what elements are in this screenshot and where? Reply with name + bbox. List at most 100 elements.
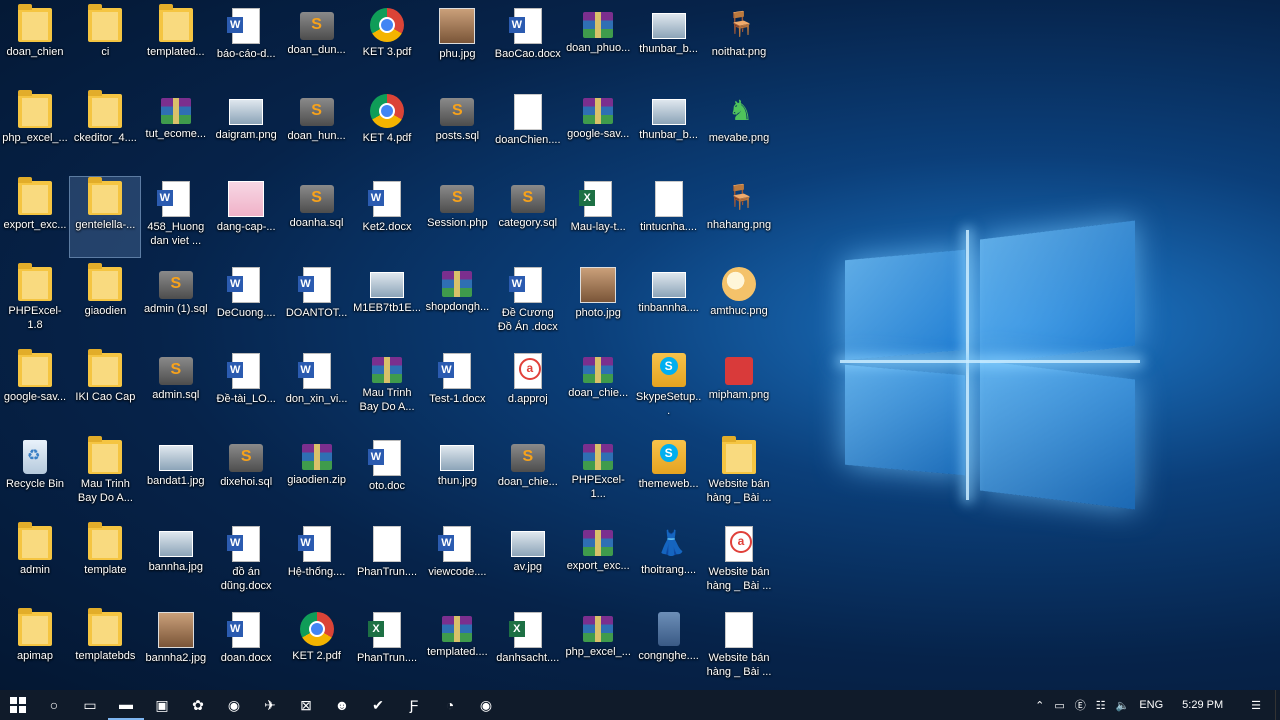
chrome-icon[interactable]: ◉	[216, 690, 252, 720]
desktop-icon[interactable]: SkypeSetup...	[634, 349, 704, 429]
desktop-icon[interactable]: tut_ecome...	[141, 90, 211, 170]
desktop-icon[interactable]: posts.sql	[422, 90, 492, 170]
desktop-icon[interactable]: congnghe....	[634, 608, 704, 688]
desktop-icon[interactable]: 458_Huong dan viet ...	[141, 177, 211, 257]
desktop-icon[interactable]: templated....	[422, 608, 492, 688]
desktop-icon[interactable]: KET 3.pdf	[352, 4, 422, 84]
desktop-icon[interactable]: doan.docx	[211, 608, 281, 688]
desktop-icon[interactable]: KET 4.pdf	[352, 90, 422, 170]
desktop-icon[interactable]: Website bán hàng _ Bài ...	[704, 608, 774, 688]
desktop-icon[interactable]: tinbannha....	[634, 263, 704, 343]
desktop-icon[interactable]: Hệ-thống....	[282, 522, 352, 602]
desktop-icon[interactable]: mevabe.png	[704, 90, 774, 170]
desktop-icon[interactable]: Mau Trinh Bay Do A...	[352, 349, 422, 429]
file-explorer-icon[interactable]: ▬	[108, 690, 144, 720]
desktop-icon[interactable]: amthuc.png	[704, 263, 774, 343]
desktop-icon[interactable]: admin.sql	[141, 349, 211, 429]
desktop-icon[interactable]: export_exc...	[563, 522, 633, 602]
network-icon[interactable]: ☷	[1091, 699, 1111, 712]
desktop-icon[interactable]: giaodien	[70, 262, 140, 343]
desktop-icon[interactable]: doan_dun...	[282, 4, 352, 84]
show-desktop-button[interactable]	[1275, 690, 1280, 720]
desktop-icon[interactable]: doanChien....	[493, 90, 563, 170]
desktop-icon[interactable]: doan_hun...	[282, 90, 352, 170]
tool-icon[interactable]: ✈	[252, 690, 288, 720]
desktop-icon[interactable]: DOANTOT...	[282, 263, 352, 343]
desktop-icon[interactable]: bannha.jpg	[141, 522, 211, 602]
desktop-icon[interactable]: shopdongh...	[422, 263, 492, 343]
desktop-icon[interactable]: ckeditor_4....	[70, 90, 140, 170]
clock[interactable]: 5:29 PM	[1168, 699, 1237, 711]
desktop-icon[interactable]: dang-cap-...	[211, 177, 281, 257]
language-indicator[interactable]: ENG	[1134, 699, 1168, 711]
desktop-icon[interactable]: thunbar_b...	[634, 4, 704, 84]
desktop-icon[interactable]: BaoCao.docx	[493, 4, 563, 84]
filezilla-icon[interactable]: Ƒ	[396, 690, 432, 720]
desktop-icon[interactable]: admin (1).sql	[141, 263, 211, 343]
desktop-icon[interactable]: doan_chien	[0, 4, 70, 84]
desktop-icon[interactable]: don_xin_vi...	[282, 349, 352, 429]
desktop-icon[interactable]: danhsacht....	[493, 608, 563, 688]
desktop-icon[interactable]: Website bán hàng _ Bài ...	[704, 435, 774, 516]
desktop-icon[interactable]: template	[70, 521, 140, 602]
desktop-icon[interactable]: bandat1.jpg	[141, 436, 211, 516]
desktop-icon[interactable]: mipham.png	[704, 349, 774, 429]
desktop-icon[interactable]: Website bán hàng _ Bài ...	[704, 522, 774, 602]
desktop-icon[interactable]: apimap	[0, 608, 70, 688]
desktop-icon[interactable]: export_exc...	[0, 176, 70, 257]
desktop-icon[interactable]: google-sav...	[563, 90, 633, 170]
messaging-icon[interactable]: ◔	[432, 690, 468, 720]
desktop-icon[interactable]: thoitrang....	[634, 522, 704, 602]
desktop-icon[interactable]: PHPExcel-1.8	[0, 262, 70, 343]
volume-icon[interactable]: 🔈	[1111, 699, 1135, 712]
desktop-icon[interactable]: M1EB7tb1E...	[352, 263, 422, 343]
desktop-icon[interactable]: themeweb...	[634, 436, 704, 516]
desktop-icon[interactable]: Đề-tài_LO...	[211, 349, 281, 429]
desktop-icon[interactable]: DeCuong....	[211, 263, 281, 343]
desktop-icon[interactable]: PHPExcel-1...	[563, 436, 633, 516]
desktop-icon[interactable]: KET 2.pdf	[282, 608, 352, 688]
desktop-icon[interactable]: tintucnha....	[634, 177, 704, 257]
desktop-icon[interactable]: PhanTrun....	[352, 608, 422, 688]
task-view-icon[interactable]: ▭	[72, 690, 108, 720]
user-icon[interactable]: ☻	[324, 690, 360, 720]
desktop-icon[interactable]: IKI Cao Cap	[70, 349, 140, 429]
desktop-icon[interactable]: báo-cáo-d...	[211, 4, 281, 84]
desktop-icon[interactable]: noithat.png	[704, 4, 774, 84]
desktop-icon[interactable]: doan_phuo...	[563, 4, 633, 84]
desktop-icon[interactable]: Test-1.docx	[422, 349, 492, 429]
xampp-icon[interactable]: ⊠	[288, 690, 324, 720]
desktop-icon[interactable]: đồ án dũng.docx	[211, 522, 281, 602]
app-icon[interactable]: ✔	[360, 690, 396, 720]
battery-icon[interactable]: ▭	[1049, 699, 1069, 712]
desktop-icon[interactable]: av.jpg	[493, 522, 563, 602]
desktop-icon[interactable]: doanha.sql	[282, 177, 352, 257]
desktop-icon[interactable]: dixehoi.sql	[211, 436, 281, 516]
desktop-icon[interactable]: daigram.png	[211, 90, 281, 170]
chrome2-icon[interactable]: ◉	[468, 690, 504, 720]
desktop-icon[interactable]: Recycle Bin	[0, 436, 70, 516]
desktop-icon[interactable]: PhanTrun....	[352, 522, 422, 602]
desktop-icon[interactable]: admin	[0, 521, 70, 602]
desktop-icon[interactable]: gentelella-...	[69, 175, 142, 258]
desktop-icon[interactable]: ci	[70, 4, 140, 84]
desktop-icon[interactable]: Mau-lay-t...	[563, 177, 633, 257]
desktop-icon[interactable]: oto.doc	[352, 436, 422, 516]
desktop-icon[interactable]: photo.jpg	[563, 263, 633, 343]
desktop-icon[interactable]: nhahang.png	[704, 177, 774, 257]
desktop-icon[interactable]: doan_chie...	[563, 349, 633, 429]
desktop-icon[interactable]: templated...	[141, 4, 211, 84]
paint-icon[interactable]: ✿	[180, 690, 216, 720]
ime-icon[interactable]: Ⓔ	[1070, 697, 1091, 713]
desktop-icon[interactable]: category.sql	[493, 177, 563, 257]
desktop-icon[interactable]: Đề Cương Đồ Án .docx	[493, 263, 563, 343]
desktop-icon[interactable]: thun.jpg	[422, 436, 492, 516]
desktop-icon[interactable]: d.approj	[493, 349, 563, 429]
desktop-icon[interactable]: thunbar_b...	[634, 90, 704, 170]
desktop-icon[interactable]: php_excel_...	[563, 608, 633, 688]
start-button[interactable]	[0, 690, 36, 720]
desktop-icon[interactable]: Session.php	[422, 177, 492, 257]
desktop-icon[interactable]: google-sav...	[0, 349, 70, 429]
desktop-icon[interactable]: templatebds	[70, 608, 140, 688]
cortana-icon[interactable]: ○	[36, 690, 72, 720]
